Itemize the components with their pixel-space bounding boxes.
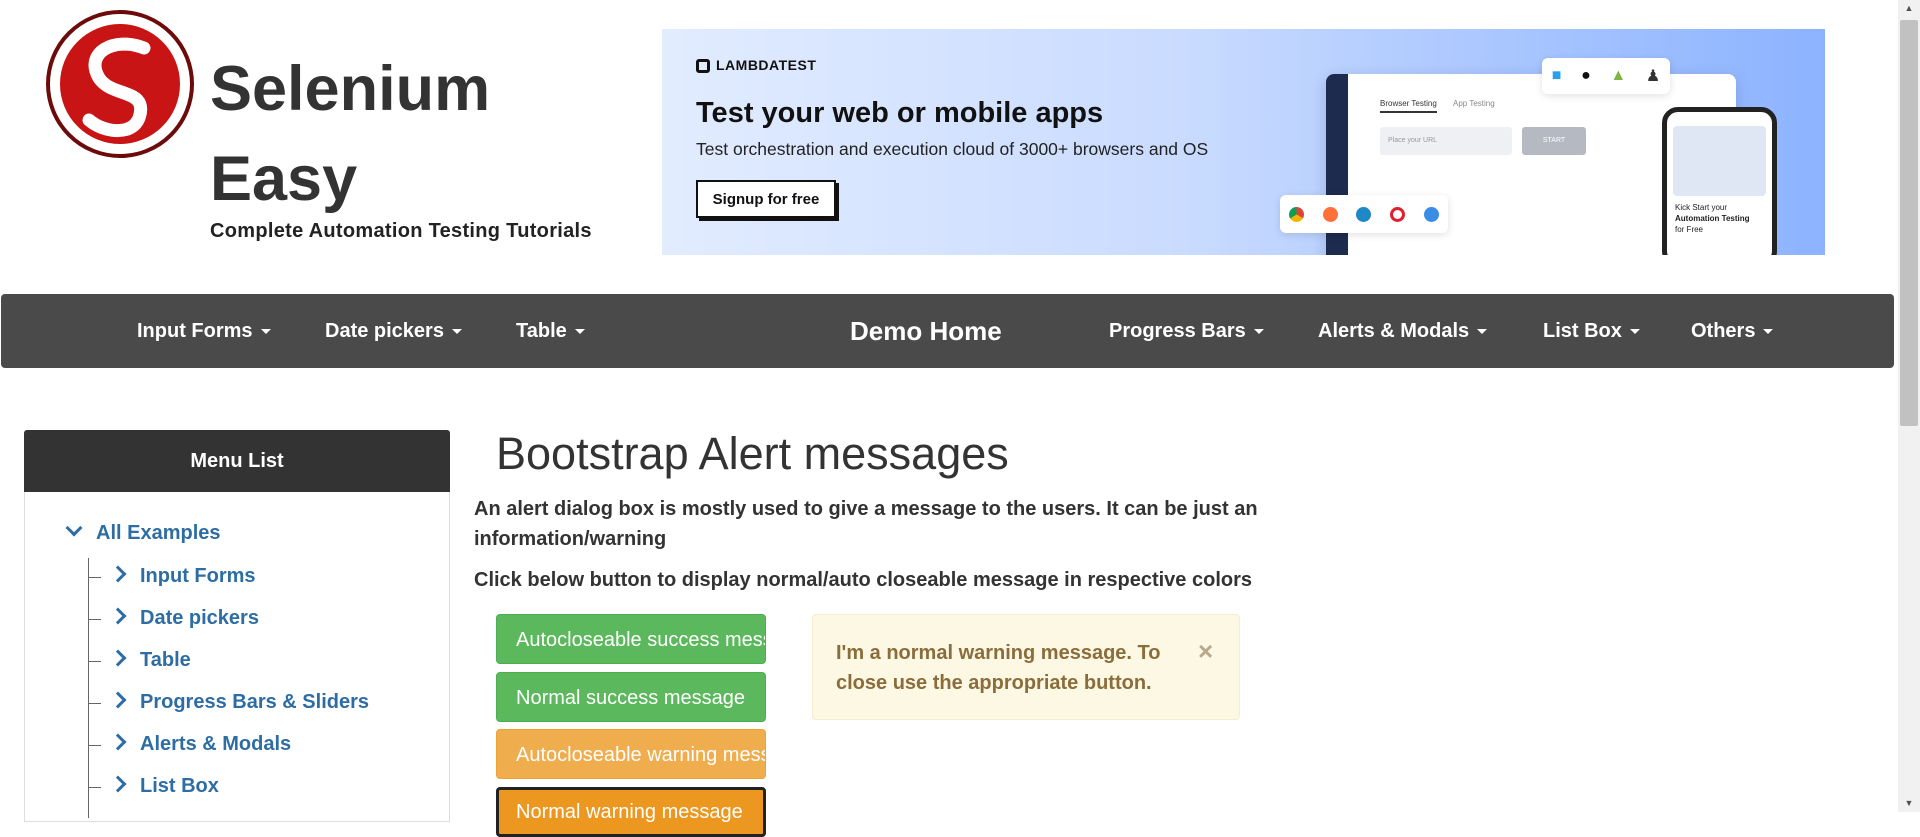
firefox-icon [1322,206,1338,222]
caret-down-icon [1477,329,1488,335]
warning-alert-text: I'm a normal warning message. To close u… [836,642,1161,694]
nav-input-forms-label: Input Forms [137,320,253,342]
sidebar-item-label: Table [140,649,191,671]
menu-list-header: Menu List [24,430,450,492]
sidebar-item-progress-bars[interactable]: Progress Bars & Sliders [109,691,369,714]
site-title-line1: Selenium [210,54,491,124]
phone-text: Kick Start your Automation Testing for F… [1675,202,1750,235]
scroll-down-arrow-icon[interactable]: ▼ [1898,795,1920,812]
android-icon: ▲ [1610,67,1627,84]
scroll-up-arrow-icon[interactable]: ▲ [1898,0,1920,17]
chevron-right-icon [109,691,127,709]
phone-text-line3: for Free [1675,225,1704,234]
autocloseable-warning-button[interactable]: Autocloseable warning message [496,729,766,779]
nav-others[interactable]: Others [1691,294,1774,368]
chevron-right-icon [109,649,127,667]
tree-tick [89,745,101,746]
nav-table-label: Table [516,320,567,342]
phone-text-line1: Kick Start your [1675,203,1728,212]
nav-table[interactable]: Table [516,294,585,368]
tree-tick [89,661,101,662]
caret-down-icon [260,329,271,335]
nav-progress-bars-label: Progress Bars [1109,320,1246,342]
banner-browser-icons [1280,195,1448,233]
banner-headline: Test your web or mobile apps [696,97,1104,129]
banner-os-icons: ■ ● ▲ ♟ [1542,58,1670,94]
nav-list-box[interactable]: List Box [1543,294,1640,368]
page-title: Bootstrap Alert messages [496,428,1009,479]
sidebar-item-input-forms[interactable]: Input Forms [109,565,256,588]
sidebar-item-label: List Box [140,775,219,797]
nav-demo-home[interactable]: Demo Home [850,294,1002,368]
sidebar-item-date-pickers[interactable]: Date pickers [109,607,259,630]
selenium-easy-logo[interactable] [44,8,196,160]
nav-progress-bars[interactable]: Progress Bars [1109,294,1264,368]
caret-down-icon [1763,329,1774,335]
normal-success-button[interactable]: Normal success message [496,672,766,722]
tree-tick [89,787,101,788]
caret-down-icon [1629,329,1640,335]
banner-phone-mockup: Kick Start your Automation Testing for F… [1662,107,1777,255]
banner-mock-url: Place your URL [1380,127,1512,155]
banner-mock-tab-app: App Testing [1453,99,1495,108]
caret-down-icon [574,329,585,335]
banner-logo: LAMBDATEST [696,57,816,73]
lambdatest-banner[interactable]: LAMBDATEST Test your web or mobile apps … [662,29,1825,255]
phone-illustration [1673,126,1766,196]
chevron-right-icon [109,607,127,625]
apple-icon: ● [1581,67,1591,84]
banner-logo-text: LAMBDATEST [716,57,817,73]
nav-list-box-label: List Box [1543,320,1622,342]
opera-icon [1390,206,1406,222]
chevron-right-icon [109,565,127,583]
banner-mock-tab-browser: Browser Testing [1380,99,1437,113]
caret-down-icon [451,329,462,335]
nav-alerts-modals-label: Alerts & Modals [1318,320,1470,342]
chrome-icon [1289,206,1305,222]
nav-input-forms[interactable]: Input Forms [137,294,271,368]
tree-tick [89,703,101,704]
linux-icon: ♟ [1645,68,1661,85]
banner-mock-tabs: Browser Testing App Testing [1380,99,1495,113]
alert-close-button[interactable]: × [1198,636,1213,667]
autocloseable-success-button[interactable]: Autocloseable success message [496,614,766,664]
sidebar-item-alerts-modals[interactable]: Alerts & Modals [109,733,292,756]
sidebar-item-label: Alerts & Modals [140,733,292,755]
site-title: Selenium Easy [210,44,550,224]
nav-date-pickers[interactable]: Date pickers [325,294,462,368]
sidebar-item-label: Input Forms [140,565,256,587]
tree-connector-line [88,558,89,818]
chevron-right-icon [109,775,127,793]
normal-warning-button[interactable]: Normal warning message [496,787,766,837]
chevron-right-icon [109,733,127,751]
page-instruction: Click below button to display normal/aut… [474,569,1252,591]
nav-date-pickers-label: Date pickers [325,320,444,342]
chevron-down-icon [65,519,83,537]
tree-tick [89,577,101,578]
windows-icon: ■ [1551,67,1562,84]
site-subtitle: Complete Automation Testing Tutorials [210,220,592,242]
banner-text: Test orchestration and execution cloud o… [696,139,1209,159]
sidebar-item-table[interactable]: Table [109,649,191,672]
sidebar-item-label: Progress Bars & Sliders [140,691,369,713]
nav-others-label: Others [1691,320,1756,342]
tree-tick [89,619,101,620]
scrollbar-thumb[interactable] [1900,20,1918,426]
lambdatest-logo-icon [696,59,710,73]
edge-icon [1356,206,1372,222]
sidebar-item-label: All Examples [96,522,221,544]
banner-mock-start: START [1522,127,1586,155]
caret-down-icon [1253,329,1264,335]
sidebar-item-all-examples[interactable]: All Examples [65,519,221,545]
page-description: An alert dialog box is mostly used to gi… [474,498,1258,550]
nav-alerts-modals[interactable]: Alerts & Modals [1318,294,1488,368]
signup-button[interactable]: Signup for free [696,180,836,218]
phone-text-line2: Automation Testing [1675,214,1750,223]
sidebar-item-list-box[interactable]: List Box [109,775,219,798]
sidebar-item-label: Date pickers [140,607,259,629]
site-title-line2: Easy [210,144,358,214]
safari-icon [1423,206,1439,222]
